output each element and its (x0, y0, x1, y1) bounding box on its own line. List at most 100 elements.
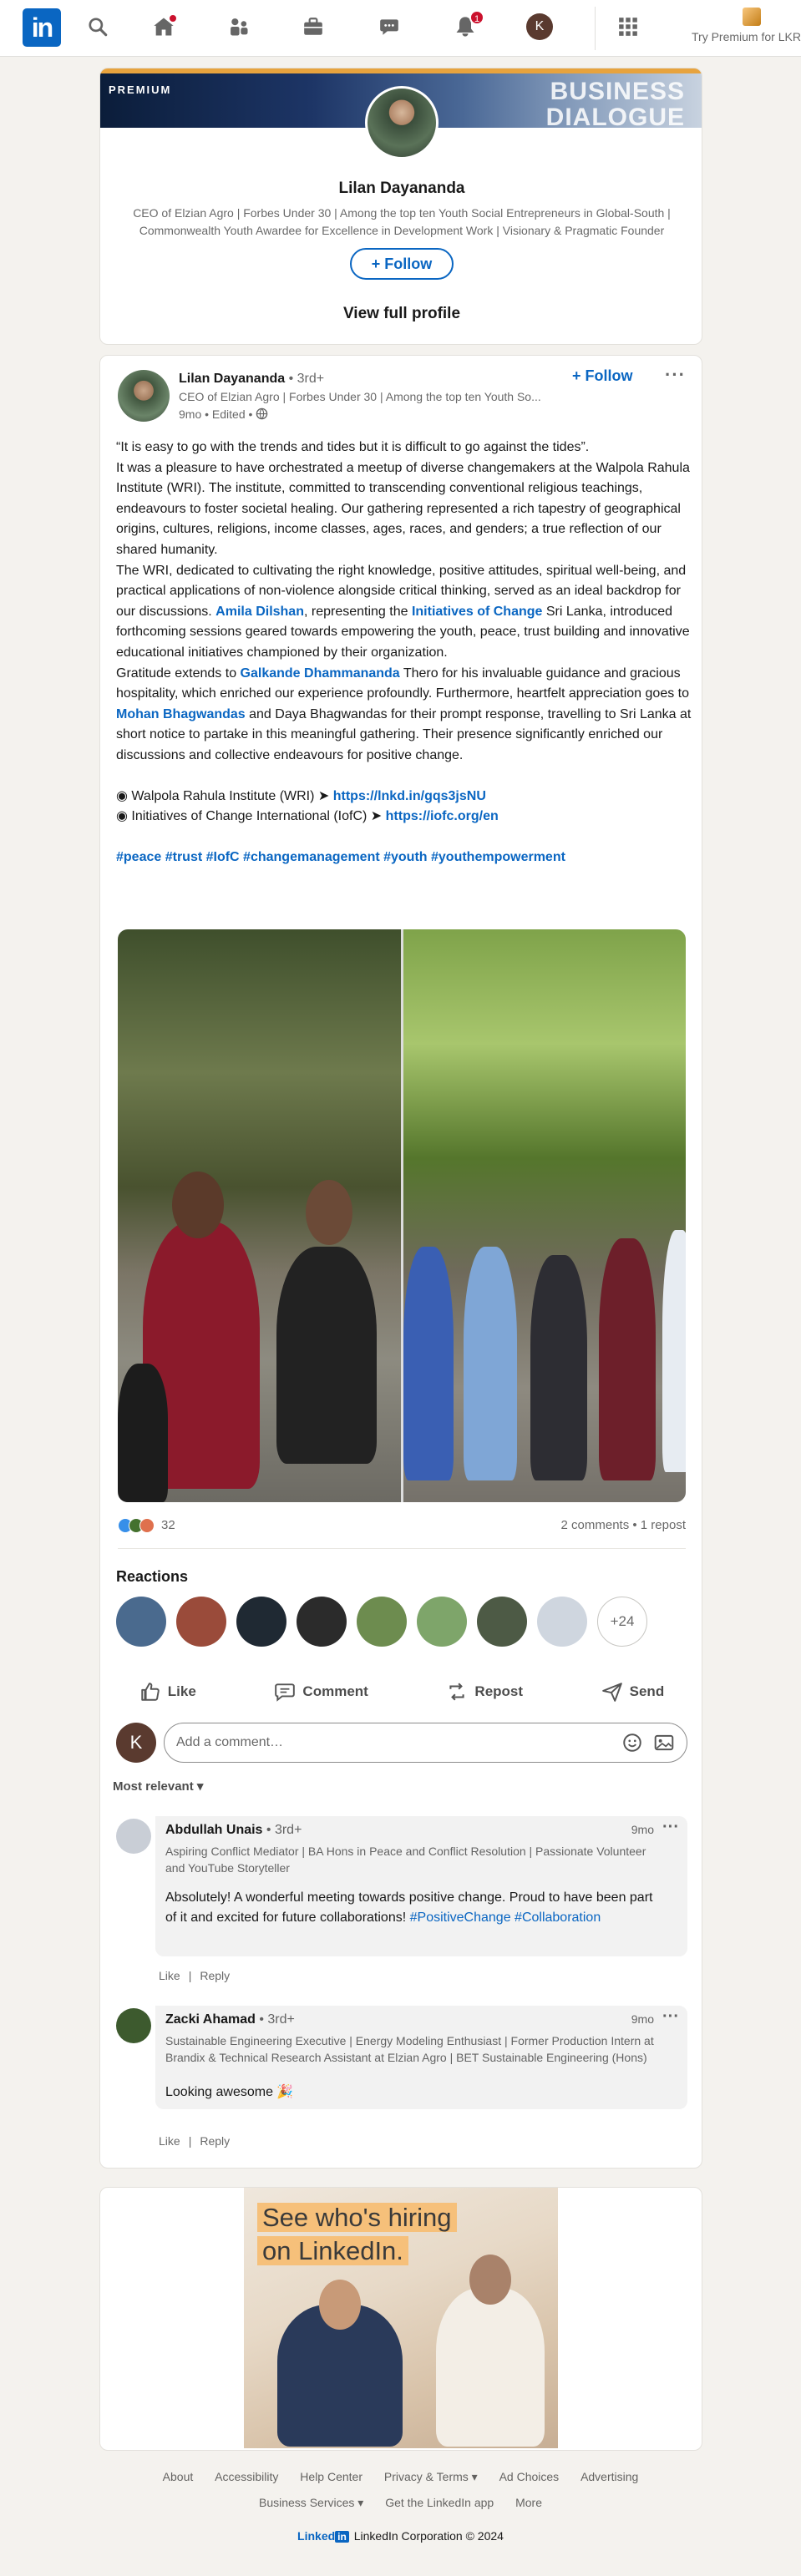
profile-avatar[interactable] (365, 86, 439, 159)
commenter-avatar[interactable] (116, 1819, 151, 1854)
comment-text: Absolutely! A wonderful meeting towards … (165, 1888, 667, 1928)
person-figure (599, 1238, 656, 1480)
premium-icon[interactable] (743, 8, 761, 26)
separator: | (188, 1969, 192, 1982)
profile-name[interactable]: Lilan Dayananda (100, 180, 702, 198)
post-more-icon[interactable]: ··· (665, 364, 686, 386)
post-follow-button[interactable]: + Follow (572, 367, 633, 385)
footer-accessibility-link[interactable]: Accessibility (215, 2470, 278, 2483)
emoji-icon[interactable] (621, 1732, 643, 1754)
commenter-name-text[interactable]: Zacki Ahamad (165, 2012, 256, 2027)
view-full-profile-link[interactable]: View full profile (100, 305, 702, 323)
iofc-link[interactable]: https://iofc.org/en (386, 809, 499, 823)
footer-help-center-link[interactable]: Help Center (300, 2470, 362, 2483)
divider (118, 1548, 686, 1549)
me-avatar[interactable]: K (526, 13, 553, 40)
like-button[interactable]: Like (139, 1681, 196, 1703)
person-figure (306, 1180, 352, 1245)
comment-like-button[interactable]: Like (159, 1969, 180, 1982)
comment-more-icon[interactable]: ··· (662, 2007, 679, 2027)
post-photo-1[interactable] (118, 929, 401, 1502)
post-spacer (116, 767, 692, 787)
mention-amila-dilshan[interactable]: Amila Dilshan (215, 605, 304, 619)
mention-mohan-bhagwandas[interactable]: Mohan Bhagwandas (116, 707, 246, 721)
link-label: ◉ Initiatives of Change International (I… (116, 809, 386, 824)
comment-text: Looking awesome 🎉 (165, 2085, 294, 2099)
person-figure (118, 1364, 168, 1502)
footer-get-app-link[interactable]: Get the LinkedIn app (385, 2496, 494, 2509)
profile-headline: CEO of Elzian Agro | Forbes Under 30 | A… (133, 206, 671, 237)
reactor-avatar[interactable] (176, 1597, 226, 1647)
search-icon[interactable] (84, 13, 112, 40)
try-premium-link[interactable]: Try Premium for LKR0 (692, 30, 801, 43)
post-hashtags[interactable]: #peace #trust #IofC #changemanagement #y… (116, 848, 692, 868)
comment-more-icon[interactable]: ··· (662, 1818, 679, 1837)
commenter-name-text[interactable]: Abdullah Unais (165, 1823, 262, 1837)
comment-button[interactable]: Comment (274, 1681, 368, 1703)
reactor-avatar[interactable] (477, 1597, 527, 1647)
apps-grid-icon[interactable] (614, 13, 642, 40)
ad-card: See who's hiring on LinkedIn. (99, 2187, 702, 2451)
reactor-avatar[interactable] (116, 1597, 166, 1647)
comment-item: Abdullah Unais • 3rd+ 9mo ··· Aspiring C… (155, 1816, 687, 1956)
post-photo-2[interactable] (403, 929, 686, 1502)
person-figure (403, 1247, 454, 1480)
reactor-avatar[interactable] (357, 1597, 407, 1647)
comment-hashtags[interactable]: #PositiveChange #Collaboration (410, 1910, 601, 1925)
commenter-name[interactable]: Abdullah Unais • 3rd+ (165, 1823, 302, 1838)
notifications-icon[interactable]: 1 (451, 10, 484, 40)
footer-copyright: Linked in LinkedIn Corporation © 2024 (0, 2529, 801, 2543)
commenter-avatar[interactable] (116, 2008, 151, 2043)
reactor-avatar[interactable] (537, 1597, 587, 1647)
notifications-badge: 1 (469, 10, 484, 25)
reactor-avatar[interactable] (417, 1597, 467, 1647)
reactor-avatar[interactable] (297, 1597, 347, 1647)
reaction-icons[interactable] (118, 1518, 155, 1533)
jobs-icon[interactable] (299, 13, 327, 40)
hashtags-link[interactable]: #peace #trust #IofC #changemanagement #y… (116, 850, 565, 864)
footer-linkedin-logo: Linked (297, 2529, 336, 2543)
comment-input[interactable]: Add a comment… (164, 1723, 687, 1763)
home-icon[interactable] (150, 13, 178, 40)
more-reactors-button[interactable]: +24 (597, 1597, 647, 1647)
current-user-avatar: K (116, 1723, 156, 1763)
footer-about-link[interactable]: About (163, 2470, 194, 2483)
author-avatar[interactable] (118, 370, 170, 422)
mention-galkande-dhammananda[interactable]: Galkande Dhammananda (241, 666, 400, 681)
mention-initiatives-of-change[interactable]: Initiatives of Change (412, 605, 542, 619)
footer-ad-choices-link[interactable]: Ad Choices (499, 2470, 560, 2483)
footer-more-link[interactable]: More (515, 2496, 542, 2509)
footer-advertising-link[interactable]: Advertising (580, 2470, 638, 2483)
comment-label: Comment (302, 1683, 368, 1699)
image-icon[interactable] (653, 1732, 675, 1754)
comment-reply-button[interactable]: Reply (200, 2134, 230, 2148)
ad-line-2: on LinkedIn. (257, 2236, 408, 2265)
repost-label: Repost (474, 1683, 524, 1699)
commenter-name[interactable]: Zacki Ahamad • 3rd+ (165, 2012, 295, 2027)
separator: | (188, 2134, 192, 2148)
messaging-icon[interactable] (375, 13, 403, 40)
hiring-ad-image[interactable]: See who's hiring on LinkedIn. (244, 2188, 558, 2448)
profile-follow-button[interactable]: + Follow (350, 248, 454, 280)
reaction-count[interactable]: 32 (161, 1518, 175, 1532)
comment-sort-dropdown[interactable]: Most relevant ▾ (113, 1779, 203, 1794)
post-timestamp: 9mo • Edited • (179, 407, 268, 421)
comment-like-button[interactable]: Like (159, 2134, 180, 2148)
footer-business-services-link[interactable]: Business Services ▾ (259, 2496, 363, 2509)
comment-reply-button[interactable]: Reply (200, 1969, 230, 1982)
author-name-text[interactable]: Lilan Dayananda (179, 372, 285, 386)
network-icon[interactable] (225, 13, 253, 40)
send-button[interactable]: Send (601, 1681, 665, 1703)
reactions-title: Reactions (116, 1568, 189, 1585)
send-label: Send (629, 1683, 665, 1699)
ad-person-figure (436, 2288, 545, 2447)
post-photo-collage[interactable] (118, 929, 686, 1502)
repost-button[interactable]: Repost (446, 1681, 523, 1703)
linkedin-logo[interactable]: in (23, 8, 61, 47)
comments-reposts-count[interactable]: 2 comments • 1 repost (561, 1518, 686, 1532)
wri-link[interactable]: https://lnkd.in/gqs3jsNU (333, 789, 486, 803)
reactor-avatar[interactable] (236, 1597, 286, 1647)
author-name[interactable]: Lilan Dayananda • 3rd+ (179, 372, 324, 387)
footer-privacy-terms-link[interactable]: Privacy & Terms ▾ (384, 2470, 478, 2483)
ad-headline: See who's hiring on LinkedIn. (257, 2201, 457, 2268)
